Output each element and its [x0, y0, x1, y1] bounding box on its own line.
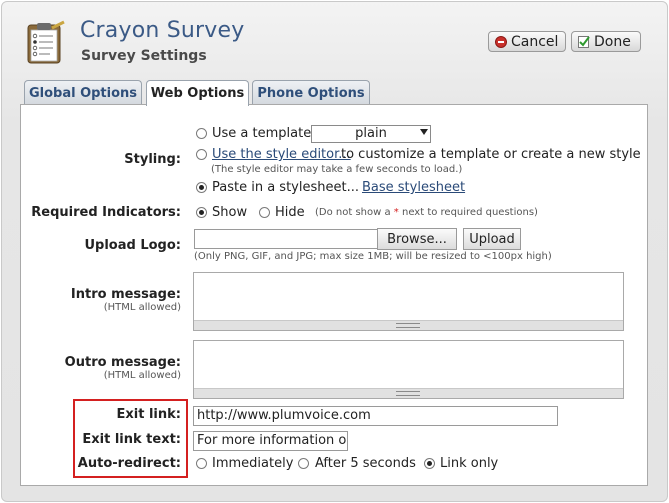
auto-redirect-label: Auto-redirect: [77, 456, 181, 471]
done-check-icon [578, 36, 590, 48]
tab-phone-options[interactable]: Phone Options [252, 80, 370, 105]
redirect-immediately-radio[interactable] [196, 458, 207, 469]
outro-message-label: Outro message: [64, 355, 181, 370]
done-label: Done [594, 33, 631, 50]
required-show-label: Show [212, 205, 248, 220]
template-select-value: plain [355, 126, 387, 141]
cancel-icon [495, 35, 507, 48]
required-show-radio[interactable] [196, 207, 207, 218]
upload-button[interactable]: Upload [463, 228, 521, 250]
template-radio[interactable] [196, 128, 207, 139]
required-indicators-label: Required Indicators: [31, 205, 181, 220]
cancel-label: Cancel [511, 33, 559, 50]
exit-link-input[interactable]: http://www.plumvoice.com [193, 406, 558, 426]
style-editor-link[interactable]: Use the style editor... [212, 147, 351, 162]
upload-note: (Only PNG, GIF, and JPG; max size 1MB; w… [194, 251, 552, 262]
logo-file-field[interactable] [194, 229, 378, 249]
tab-web-options[interactable]: Web Options [146, 80, 249, 106]
style-editor-note: (The style editor may take a few seconds… [211, 164, 463, 175]
base-stylesheet-link[interactable]: Base stylesheet [362, 180, 465, 195]
redirect-linkonly-radio[interactable] [424, 458, 435, 469]
outro-message-textarea[interactable] [193, 340, 624, 399]
outro-resize-handle[interactable] [194, 388, 623, 398]
intro-resize-handle[interactable] [194, 320, 623, 330]
outro-html-allowed: (HTML allowed) [103, 370, 181, 381]
exit-link-text-label: Exit link text: [82, 432, 181, 447]
exit-link-text-input[interactable]: For more information on P [193, 431, 348, 451]
required-star: * [393, 207, 399, 218]
template-select[interactable]: plain [311, 125, 431, 143]
redirect-immediately-label: Immediately [212, 456, 294, 471]
intro-message-label: Intro message: [70, 287, 181, 302]
tab-global-options[interactable]: Global Options [24, 80, 142, 105]
redirect-linkonly-label: Link only [440, 456, 499, 471]
chevron-down-icon [420, 129, 428, 135]
exit-link-label: Exit link: [116, 407, 181, 422]
redirect-after5-label: After 5 seconds [315, 456, 416, 471]
style-editor-radio[interactable] [196, 149, 207, 160]
cancel-button[interactable]: Cancel [488, 31, 566, 52]
required-hide-label: Hide [275, 205, 305, 220]
upload-logo-label: Upload Logo: [84, 238, 181, 253]
style-editor-suffix: to customize a template or create a new … [341, 147, 641, 162]
intro-message-textarea[interactable] [193, 272, 624, 331]
required-hide-radio[interactable] [259, 207, 270, 218]
styling-label: Styling: [124, 152, 181, 167]
redirect-after5-radio[interactable] [298, 458, 309, 469]
browse-button[interactable]: Browse... [377, 228, 457, 250]
app-title: Crayon Survey [80, 18, 245, 43]
stylesheet-radio[interactable] [196, 182, 207, 193]
done-button[interactable]: Done [571, 31, 641, 52]
intro-html-allowed: (HTML allowed) [103, 302, 181, 313]
page-subtitle: Survey Settings [81, 48, 207, 64]
stylesheet-option-label: Paste in a stylesheet... [212, 180, 359, 195]
survey-clipboard-icon [27, 20, 65, 64]
required-note: (Do not show a * next to required questi… [315, 207, 538, 218]
template-option-label: Use a template: [212, 126, 316, 141]
